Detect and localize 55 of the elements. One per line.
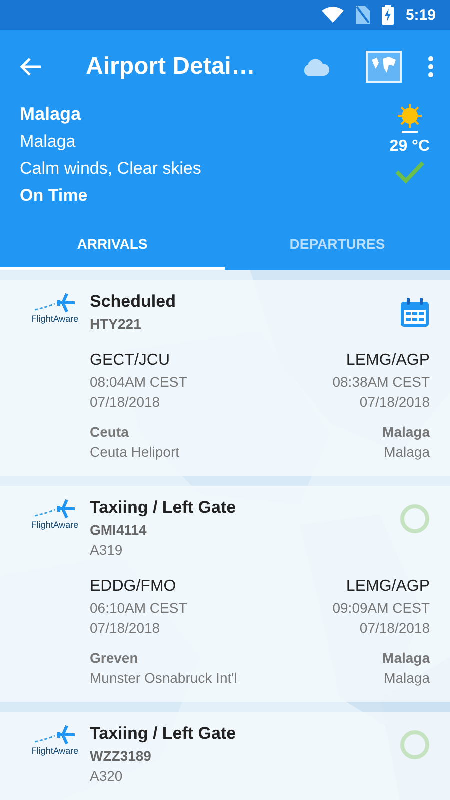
- airplane-icon: [33, 292, 77, 314]
- temperature: 29 °C: [390, 138, 430, 156]
- weather-conditions: Calm winds, Clear skies: [20, 159, 202, 179]
- airplane-icon: [33, 498, 77, 520]
- battery-charging-icon: [382, 5, 394, 25]
- destination-airport: Malaga: [384, 444, 430, 460]
- flight-card[interactable]: FlightAware Taxiing / Left Gate GMI4114 A319 EDDG/FMO 06:10AM CEST 07/18/2018 Greven Munster Osnabruck Int'l LEMG/AGP 09:09AM CEST 07/18/2018 Malaga Malaga: [0, 486, 450, 702]
- clock: 5:19: [406, 6, 436, 24]
- logo-text: FlightAware: [31, 520, 79, 530]
- no-sim-icon: [356, 6, 370, 24]
- flight-status: Taxiing / Left Gate: [90, 498, 236, 518]
- screen-title: Airport Detai…: [86, 53, 256, 81]
- departure-time: 08:04AM CEST: [90, 374, 188, 390]
- departure-time: 06:10AM CEST: [90, 600, 188, 616]
- destination-code: LEMG/AGP: [346, 352, 430, 370]
- logo-text: FlightAware: [31, 746, 79, 756]
- logo-text: FlightAware: [31, 314, 79, 324]
- arrival-time: 08:38AM CEST: [332, 374, 430, 390]
- flight-number: HTY221: [90, 316, 142, 332]
- origin-city: Ceuta: [90, 424, 130, 440]
- ring-icon: [400, 504, 430, 534]
- wifi-icon: [322, 7, 344, 23]
- ring-icon: [400, 730, 430, 760]
- departure-date: 07/18/2018: [90, 394, 162, 410]
- airport-name: Malaga: [20, 104, 82, 125]
- aircraft-type: A319: [90, 542, 124, 558]
- origin-code: GECT/JCU: [90, 352, 171, 370]
- cloud-icon: [302, 58, 330, 76]
- destination-code: LEMG/AGP: [346, 578, 430, 596]
- flight-status: Taxiing / Left Gate: [90, 724, 236, 744]
- arrival-date: 07/18/2018: [360, 394, 430, 410]
- destination-city: Malaga: [382, 424, 430, 440]
- flight-card[interactable]: FlightAware Scheduled HTY221 GECT/JCU 08:04AM CEST 07/18/2018 Ceuta Ceuta Heliport LEMG/AGP 08:38AM CEST 07/18/2018 Malaga Malaga: [0, 280, 450, 476]
- sun-icon: [396, 104, 424, 134]
- destination-airport: Malaga: [384, 670, 430, 686]
- airplane-icon: [33, 724, 77, 746]
- departure-date: 07/18/2018: [90, 620, 162, 636]
- flight-card[interactable]: FlightAware Taxiing / Left Gate WZZ3189 A320: [0, 712, 450, 800]
- origin-city: Greven: [90, 650, 140, 666]
- arrival-time: 09:09AM CEST: [332, 600, 430, 616]
- origin-code: EDDG/FMO: [90, 578, 178, 596]
- calendar-icon: [400, 298, 430, 328]
- flight-status: Scheduled: [90, 292, 176, 312]
- aircraft-type: A320: [90, 768, 124, 784]
- destination-city: Malaga: [382, 650, 430, 666]
- world-map-icon: [366, 51, 402, 83]
- flight-number: GMI4114: [90, 522, 148, 538]
- flight-number: WZZ3189: [90, 748, 152, 764]
- arrival-date: 07/18/2018: [360, 620, 430, 636]
- more-options-icon: [428, 56, 434, 78]
- origin-airport: Ceuta Heliport: [90, 444, 180, 460]
- origin-airport: Munster Osnabruck Int'l: [90, 670, 238, 686]
- back-arrow-icon: [20, 57, 42, 77]
- airport-status: On Time: [20, 186, 89, 206]
- airport-city: Malaga: [20, 132, 77, 152]
